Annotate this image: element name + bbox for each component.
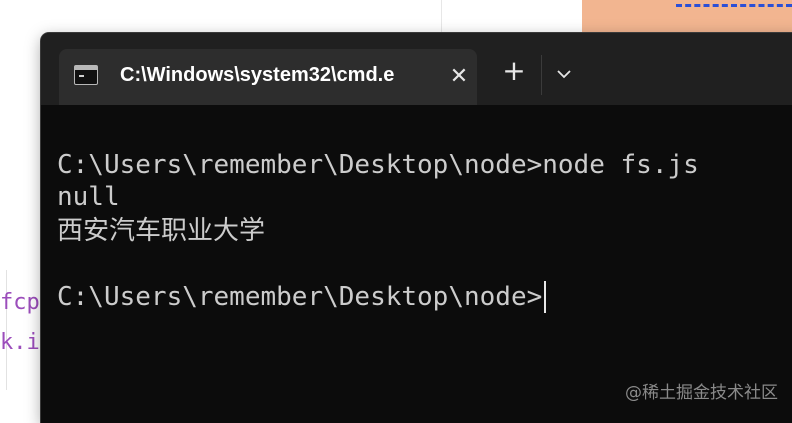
terminal-line: C:\Users\remember\Desktop\node>node fs.j… <box>57 150 699 180</box>
tab-title: C:\Windows\system32\cmd.e <box>120 64 395 86</box>
background-code-fragment: k.i <box>0 330 40 355</box>
cmd-prompt-icon <box>74 65 98 85</box>
plus-icon[interactable]: + <box>499 57 529 87</box>
background-highlight-block <box>582 0 792 36</box>
background-code-fragment: fcp <box>0 290 40 315</box>
terminal-prompt-line: C:\Users\remember\Desktop\node> <box>57 281 547 313</box>
text-cursor <box>544 281 547 313</box>
titlebar-separator <box>541 55 542 95</box>
close-icon[interactable]: ✕ <box>445 63 473 91</box>
chevron-down-icon[interactable] <box>553 63 575 85</box>
terminal-window: C:\Windows\system32\cmd.e ✕ + C:\Users\r… <box>41 33 792 423</box>
terminal-line: null <box>57 182 120 212</box>
watermark: @稀土掘金技术社区 <box>625 383 778 403</box>
tab-cmd[interactable]: C:\Windows\system32\cmd.e ✕ <box>59 49 477 105</box>
background-dashed-border <box>676 4 792 7</box>
title-bar: C:\Windows\system32\cmd.e ✕ + <box>41 33 792 105</box>
terminal-prompt: C:\Users\remember\Desktop\node> <box>57 282 543 312</box>
terminal-line: 西安汽车职业大学 <box>57 216 266 246</box>
